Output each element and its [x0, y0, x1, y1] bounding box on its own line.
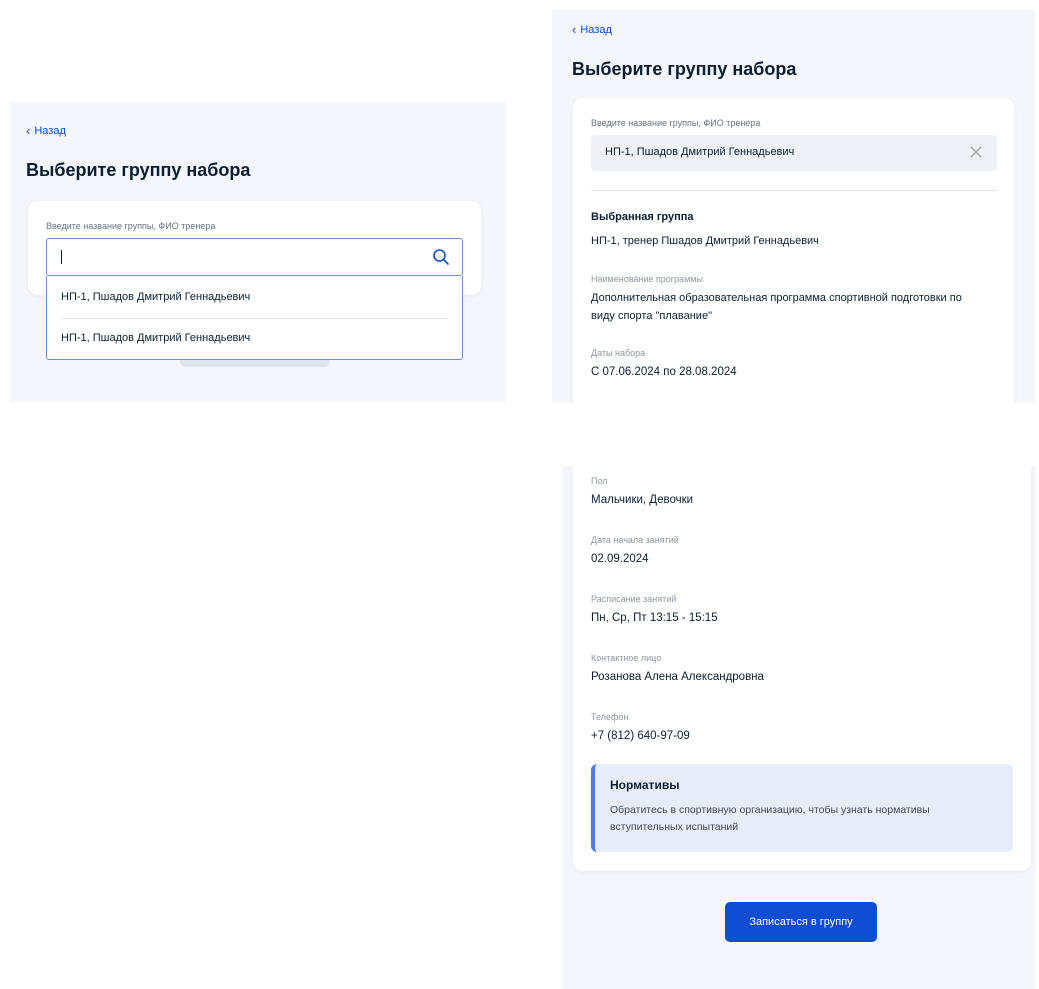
search-input[interactable]: НП-1, Пшадов Дмитрий Геннадьевич: [591, 135, 997, 171]
hidden-button: [180, 360, 330, 367]
details-card: Введите название группы, ФИО тренера НП-…: [573, 98, 1014, 403]
phone-label: Телефон: [591, 712, 629, 722]
text-caret: [61, 250, 62, 264]
program-value-line1: Дополнительная образовательная программа…: [591, 292, 962, 304]
program-label: Наименование программы: [591, 274, 703, 284]
join-group-button[interactable]: Записаться в группу: [725, 902, 877, 942]
note-title: Нормативы: [610, 778, 680, 792]
contact-value: Розанова Алена Александровна: [591, 671, 764, 683]
selected-group-heading: Выбранная группа: [591, 211, 694, 223]
standards-note: Нормативы Обратитесь в спортивную органи…: [591, 764, 1013, 852]
contact-label: Контактное лицо: [591, 653, 662, 663]
chevron-left-icon: ‹: [26, 123, 31, 138]
schedule-value: Пн, Ср, Пт 13:15 - 15:15: [591, 612, 718, 624]
schedule-label: Расписание занятий: [591, 594, 677, 604]
search-label: Введите название группы, ФИО тренера: [591, 118, 761, 128]
gender-label: Пол: [591, 476, 608, 486]
search-input[interactable]: [46, 238, 463, 276]
divider: [61, 318, 448, 319]
note-text: Обратитесь в спортивную организацию, что…: [610, 804, 930, 833]
page-title: Выберите группу набора: [26, 160, 251, 180]
back-link-label: Назад: [580, 23, 612, 36]
suggestion-item[interactable]: НП-1, Пшадов Дмитрий Геннадьевич: [61, 291, 250, 303]
suggestions-dropdown: НП-1, Пшадов Дмитрий Геннадьевич НП-1, П…: [46, 276, 463, 360]
page-title: Выберите группу набора: [572, 59, 797, 79]
group-details-screen-continued: Пол Мальчики, Девочки Дата начала заняти…: [562, 466, 1036, 989]
selected-group-value: НП-1, тренер Пшадов Дмитрий Геннадьевич: [591, 235, 819, 247]
back-link-label: Назад: [34, 124, 66, 137]
divider: [591, 190, 997, 191]
gender-value: Мальчики, Девочки: [591, 494, 694, 506]
back-link[interactable]: ‹ Назад: [572, 23, 612, 36]
start-date-value: 02.09.2024: [591, 553, 649, 565]
details-card: Пол Мальчики, Девочки Дата начала заняти…: [573, 466, 1031, 871]
close-icon[interactable]: [969, 145, 983, 159]
dates-label: Даты набора: [591, 348, 646, 358]
search-label: Введите название группы, ФИО тренера: [46, 221, 216, 231]
program-value-line2: виду спорта "плавание": [591, 310, 712, 322]
suggestion-item[interactable]: НП-1, Пшадов Дмитрий Геннадьевич: [61, 332, 250, 344]
back-link[interactable]: ‹ Назад: [26, 124, 66, 137]
group-details-screen: ‹ Назад Выберите группу набора Введите н…: [552, 10, 1035, 403]
dates-value: С 07.06.2024 по 28.08.2024: [591, 366, 737, 378]
start-date-label: Дата начала занятий: [591, 535, 679, 545]
search-value: НП-1, Пшадов Дмитрий Геннадьевич: [605, 146, 795, 158]
group-search-screen: ‹ Назад Выберите группу набора Введите н…: [10, 102, 506, 402]
phone-value: +7 (812) 640-97-09: [591, 730, 690, 742]
chevron-left-icon: ‹: [572, 22, 577, 37]
search-icon[interactable]: [432, 248, 450, 266]
